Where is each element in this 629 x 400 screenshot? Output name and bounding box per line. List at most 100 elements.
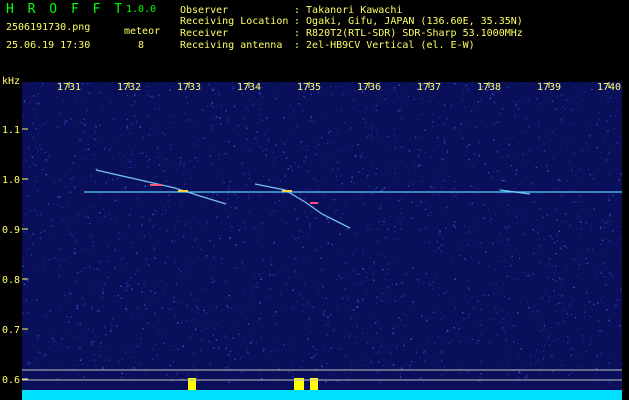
noise-speck <box>289 196 292 199</box>
noise-speck <box>395 347 397 350</box>
noise-speck <box>237 141 239 143</box>
noise-speck <box>131 217 133 219</box>
noise-speck <box>504 225 506 228</box>
noise-speck <box>267 229 270 231</box>
noise-speck <box>546 214 548 216</box>
noise-speck <box>45 121 47 124</box>
noise-speck <box>72 235 74 238</box>
noise-speck <box>237 375 239 378</box>
noise-speck <box>593 303 595 306</box>
noise-speck <box>74 248 76 250</box>
noise-speck <box>387 187 389 189</box>
noise-speck <box>600 352 602 354</box>
noise-speck <box>561 364 563 366</box>
freq-tick-label: 0.9 <box>2 225 20 236</box>
noise-speck <box>599 119 601 121</box>
noise-speck <box>364 165 366 168</box>
noise-speck <box>340 149 343 151</box>
noise-speck <box>480 308 482 311</box>
noise-speck <box>496 170 499 172</box>
noise-speck <box>457 185 460 187</box>
noise-speck <box>360 155 362 157</box>
noise-speck <box>174 316 177 318</box>
noise-speck <box>548 272 551 274</box>
noise-speck <box>262 348 265 351</box>
noise-speck <box>310 93 313 96</box>
noise-speck <box>446 118 449 120</box>
noise-speck <box>555 265 557 267</box>
noise-speck <box>506 374 508 376</box>
noise-speck <box>256 365 258 367</box>
noise-speck <box>581 334 584 337</box>
noise-speck <box>293 238 296 240</box>
noise-speck <box>238 316 240 319</box>
noise-speck <box>176 371 178 374</box>
noise-speck <box>77 373 79 375</box>
noise-speck <box>284 246 286 248</box>
noise-speck <box>499 321 502 324</box>
noise-speck <box>460 123 462 125</box>
noise-speck <box>566 147 569 150</box>
noise-speck <box>260 371 262 373</box>
noise-speck <box>322 312 325 314</box>
noise-speck <box>212 89 214 91</box>
noise-speck <box>420 201 422 203</box>
noise-speck <box>514 188 516 190</box>
noise-speck <box>506 115 508 117</box>
noise-speck <box>272 151 274 153</box>
noise-speck <box>171 160 174 163</box>
noise-speck <box>588 343 591 345</box>
noise-speck <box>299 193 302 196</box>
noise-speck <box>302 296 304 299</box>
noise-speck <box>401 281 403 284</box>
noise-speck <box>327 302 329 304</box>
noise-speck <box>228 295 230 297</box>
noise-speck <box>158 373 161 375</box>
noise-speck <box>303 160 305 162</box>
noise-speck <box>399 109 401 112</box>
noise-speck <box>24 151 27 153</box>
noise-speck <box>71 110 74 113</box>
noise-speck <box>541 297 543 299</box>
noise-speck <box>320 269 323 271</box>
noise-speck <box>430 268 432 270</box>
noise-speck <box>319 245 322 248</box>
noise-speck <box>459 255 462 257</box>
noise-speck <box>362 203 365 206</box>
noise-speck <box>122 133 125 135</box>
noise-speck <box>532 130 535 132</box>
noise-speck <box>594 277 596 279</box>
noise-speck <box>209 240 211 242</box>
noise-speck <box>386 286 389 289</box>
noise-speck <box>343 91 345 93</box>
noise-speck <box>267 131 269 133</box>
noise-speck <box>34 311 36 313</box>
noise-speck <box>417 153 419 155</box>
noise-speck <box>203 151 206 153</box>
noise-speck <box>50 218 52 221</box>
noise-speck <box>87 90 89 92</box>
noise-speck <box>415 239 418 241</box>
noise-speck <box>463 265 465 267</box>
noise-speck <box>369 310 372 313</box>
noise-speck <box>329 338 332 340</box>
noise-speck <box>241 262 244 264</box>
noise-speck <box>32 136 34 139</box>
noise-speck <box>46 212 48 214</box>
noise-speck <box>56 104 58 106</box>
noise-speck <box>261 119 263 122</box>
noise-speck <box>437 180 439 183</box>
noise-speck <box>112 242 115 244</box>
noise-speck <box>291 169 293 171</box>
noise-speck <box>245 241 247 243</box>
date-time: 25.06.19 17:30 <box>6 40 91 51</box>
noise-speck <box>382 188 384 190</box>
noise-speck <box>211 195 213 198</box>
noise-speck <box>600 243 602 246</box>
noise-speck <box>345 261 348 264</box>
noise-speck <box>42 266 45 268</box>
noise-speck <box>517 183 519 185</box>
noise-speck <box>607 130 609 132</box>
noise-speck <box>114 249 116 252</box>
noise-speck <box>149 133 152 136</box>
